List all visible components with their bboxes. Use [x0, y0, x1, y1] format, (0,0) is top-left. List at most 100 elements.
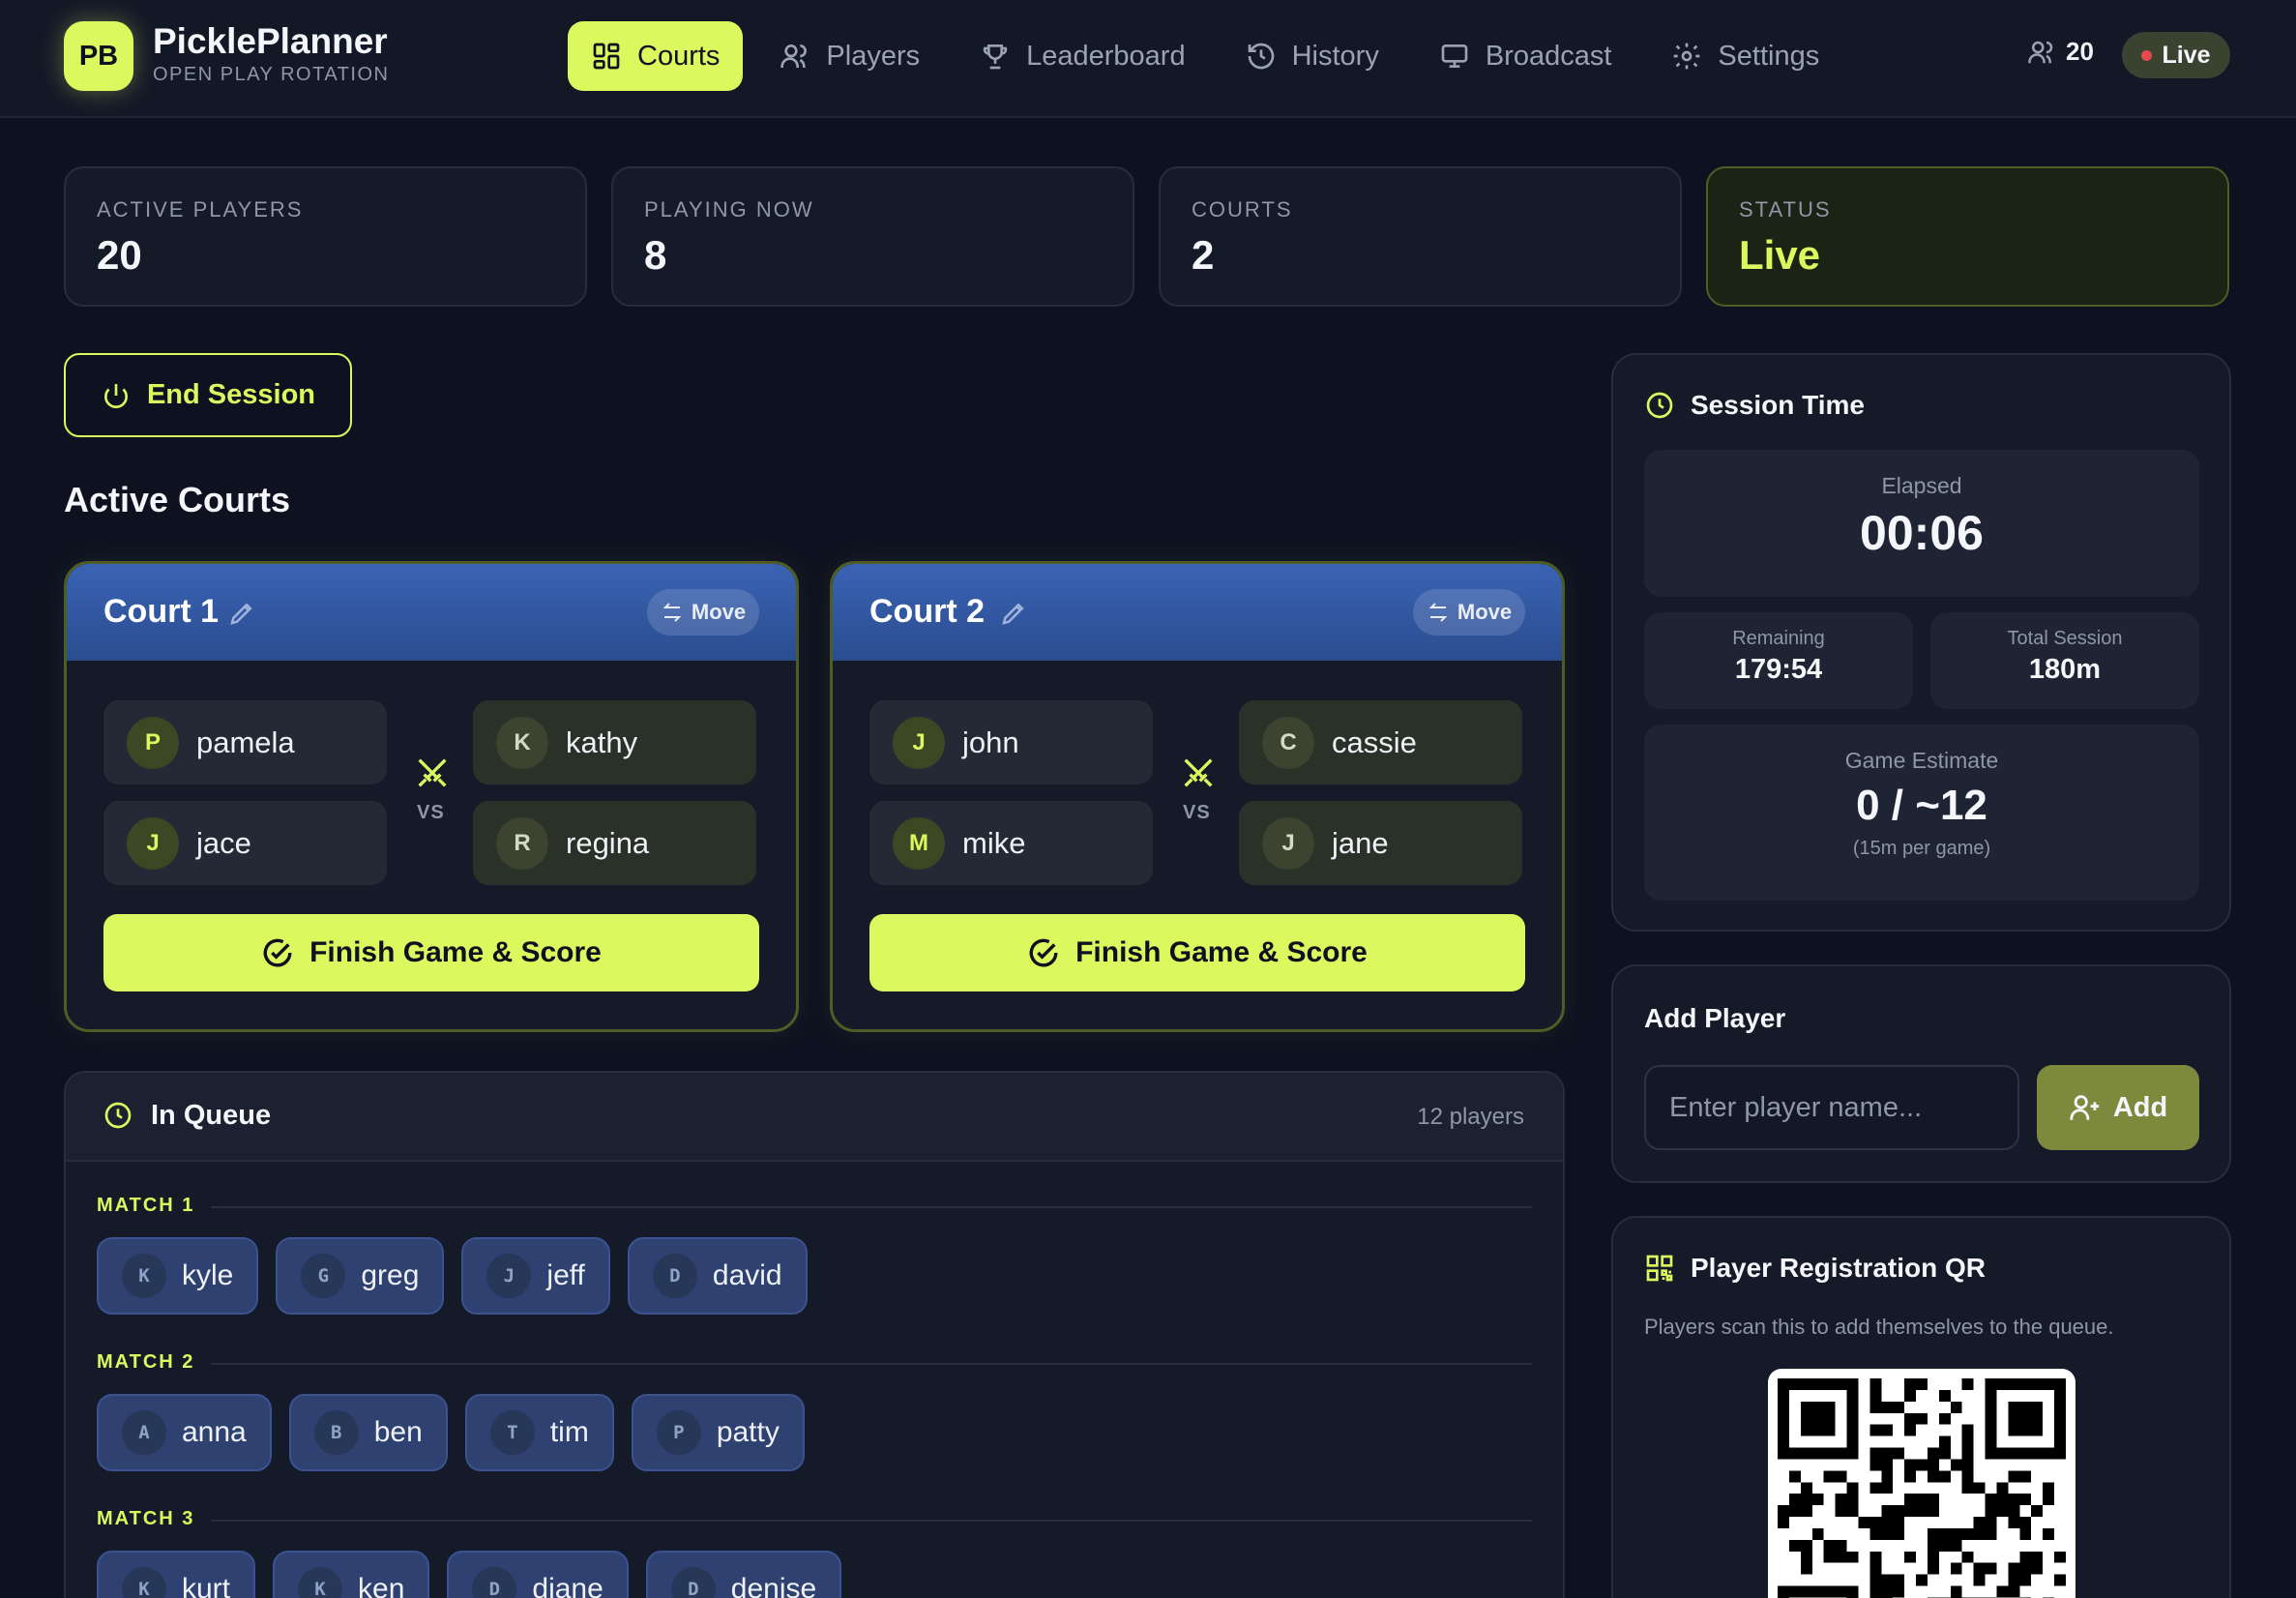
- qr-module: [1927, 1447, 1939, 1460]
- qr-module: [1778, 1424, 1789, 1436]
- queue-player-chip[interactable]: Ppatty: [631, 1394, 805, 1471]
- qr-module: [2054, 1574, 2066, 1586]
- qr-module: [2054, 1412, 2066, 1425]
- qr-module: [1961, 1424, 1974, 1436]
- stat-label: PLAYING NOW: [644, 197, 814, 222]
- player-slot[interactable]: C cassie: [1239, 700, 1522, 784]
- qr-module: [1893, 1574, 1905, 1586]
- move-court-button[interactable]: Move: [1413, 589, 1525, 636]
- end-session-button[interactable]: End Session: [64, 353, 352, 437]
- queue-player-chip[interactable]: Aanna: [97, 1394, 272, 1471]
- qr-module: [1811, 1378, 1824, 1390]
- player-slot[interactable]: J john: [869, 700, 1153, 784]
- player-name: jace: [196, 825, 251, 860]
- player-slot[interactable]: P pamela: [103, 700, 387, 784]
- qr-module: [1869, 1517, 1882, 1528]
- qr-code-image: [1778, 1378, 2066, 1598]
- qr-module: [2008, 1517, 2020, 1528]
- qr-module: [1869, 1551, 1882, 1563]
- queue-player-chip[interactable]: Kkurt: [97, 1551, 256, 1598]
- player-slot[interactable]: J jace: [103, 801, 387, 885]
- qr-module: [1950, 1585, 1962, 1598]
- qr-module: [2008, 1574, 2020, 1586]
- qr-module: [1846, 1494, 1859, 1506]
- grid-icon: [593, 43, 620, 70]
- active-courts-title: Active Courts: [64, 480, 291, 519]
- qr-module: [2019, 1378, 2032, 1390]
- qr-module: [2008, 1378, 2020, 1390]
- move-court-button[interactable]: Move: [647, 589, 759, 636]
- queue-player-chip[interactable]: Bben: [288, 1394, 448, 1471]
- player-initial: G: [301, 1254, 346, 1298]
- player-name-input[interactable]: [1644, 1065, 2019, 1150]
- nav-history[interactable]: History: [1222, 21, 1402, 91]
- gear-icon: [1674, 43, 1700, 70]
- qr-module: [2054, 1551, 2066, 1563]
- nav-label: Courts: [637, 40, 721, 72]
- queue-player-chip[interactable]: Ddiane: [447, 1551, 629, 1598]
- nav-broadcast[interactable]: Broadcast: [1416, 21, 1635, 91]
- queue-player-chip[interactable]: Ttim: [464, 1394, 614, 1471]
- player-name: david: [712, 1259, 782, 1291]
- match-label: MATCH 1: [97, 1195, 195, 1216]
- player-count-value: 20: [2066, 37, 2094, 66]
- live-label: Live: [2162, 41, 2211, 69]
- qr-module: [1893, 1517, 1905, 1528]
- app-logo[interactable]: PB: [64, 21, 133, 91]
- queue-player-chip[interactable]: Kken: [273, 1551, 430, 1598]
- qr-module: [1858, 1517, 1870, 1528]
- player-initial: J: [127, 816, 179, 870]
- swap-icon: [662, 603, 682, 622]
- qr-module: [1916, 1574, 1928, 1586]
- queue-player-chip[interactable]: Ddavid: [627, 1237, 808, 1315]
- qr-module: [1985, 1517, 1997, 1528]
- match-label: MATCH 3: [97, 1508, 195, 1529]
- qr-module: [1961, 1435, 1974, 1448]
- queue-player-chip[interactable]: Ggreg: [276, 1237, 445, 1315]
- move-label: Move: [1457, 600, 1513, 624]
- qr-module: [2043, 1378, 2055, 1390]
- nav-courts[interactable]: Courts: [568, 21, 744, 91]
- pencil-icon[interactable]: [999, 599, 1028, 628]
- finish-label: Finish Game & Score: [1075, 936, 1368, 968]
- nav-leaderboard[interactable]: Leaderboard: [957, 21, 1208, 91]
- finish-game-button[interactable]: Finish Game & Score: [869, 914, 1525, 991]
- qr-module: [1996, 1378, 2009, 1390]
- qr-module: [1800, 1482, 1812, 1494]
- match-label: MATCH 2: [97, 1351, 195, 1373]
- queue-player-chip[interactable]: Kkyle: [97, 1237, 259, 1315]
- qr-module: [1800, 1551, 1812, 1563]
- estimate-note: (15m per game): [1852, 838, 1991, 859]
- qr-module: [1869, 1424, 1882, 1436]
- qr-module: [1938, 1470, 1951, 1483]
- finish-game-button[interactable]: Finish Game & Score: [103, 914, 759, 991]
- queue-player-chip[interactable]: Jjeff: [461, 1237, 610, 1315]
- qr-module: [1846, 1389, 1859, 1402]
- qr-module: [1869, 1527, 1882, 1540]
- nav-label: History: [1291, 40, 1379, 72]
- qr-module: [1869, 1401, 1882, 1413]
- qr-module: [1788, 1470, 1801, 1483]
- qr-module: [2008, 1447, 2020, 1460]
- qr-module: [1869, 1378, 1882, 1390]
- qr-module: [1788, 1505, 1801, 1518]
- pencil-icon[interactable]: [227, 599, 256, 628]
- player-name: anna: [182, 1416, 247, 1448]
- player-initial: P: [656, 1410, 701, 1455]
- player-initial: M: [893, 816, 945, 870]
- qr-module: [1996, 1505, 2009, 1518]
- qr-module: [1800, 1585, 1812, 1598]
- nav-settings[interactable]: Settings: [1648, 21, 1842, 91]
- player-name: greg: [361, 1259, 420, 1291]
- player-initial: J: [893, 716, 945, 769]
- qr-module: [1961, 1470, 1974, 1483]
- nav-players[interactable]: Players: [756, 21, 943, 91]
- add-player-button[interactable]: Add: [2037, 1065, 2199, 1150]
- player-slot[interactable]: J jane: [1239, 801, 1522, 885]
- player-slot[interactable]: K kathy: [473, 700, 756, 784]
- check-circle-icon: [1029, 938, 1058, 967]
- qr-module: [1904, 1494, 1917, 1506]
- player-slot[interactable]: R regina: [473, 801, 756, 885]
- queue-player-chip[interactable]: Ddenise: [645, 1551, 842, 1598]
- player-slot[interactable]: M mike: [869, 801, 1153, 885]
